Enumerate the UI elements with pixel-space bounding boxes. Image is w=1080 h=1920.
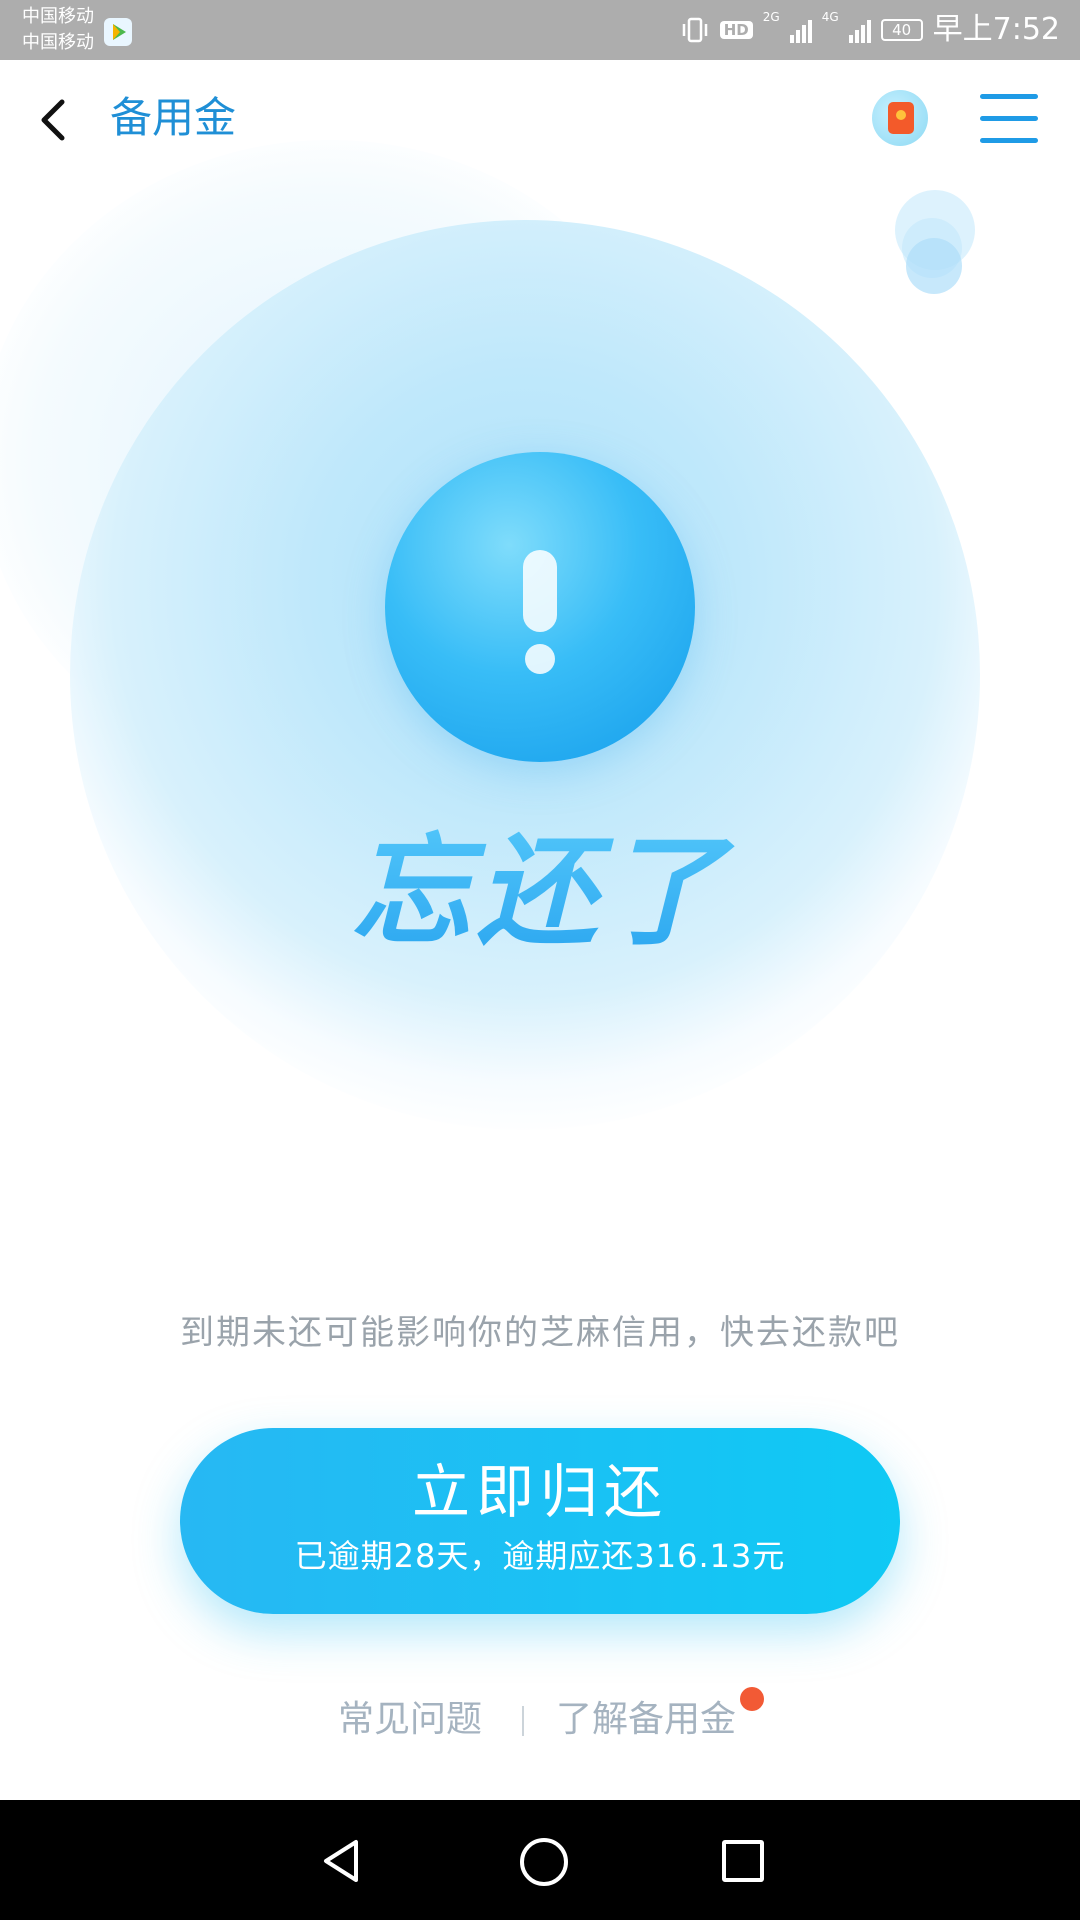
about-link[interactable]: 了解备用金 (556, 1690, 736, 1750)
app-header: 备用金 (0, 60, 1080, 178)
app-notification-icon (104, 18, 132, 46)
exclamation-icon (385, 452, 695, 762)
repay-button-label: 立即归还 (411, 1458, 668, 1526)
repay-now-button[interactable]: 立即归还 已逾期28天，逾期应还316.13元 (180, 1428, 900, 1614)
hd-badge: HD (719, 21, 753, 39)
red-packet-button[interactable] (872, 90, 928, 146)
vibrate-icon (682, 17, 707, 43)
nav-recents-button[interactable] (722, 1840, 764, 1882)
system-nav-bar (0, 1800, 1080, 1920)
net-label-2g: 2G (762, 10, 780, 24)
back-icon (41, 99, 65, 141)
decorative-bubbles (890, 190, 990, 300)
signal-icon-2 (848, 17, 871, 43)
triangle-back-icon (324, 1840, 358, 1882)
nav-home-button[interactable] (520, 1838, 568, 1886)
signal-icon-1 (789, 17, 812, 43)
hero-headline: 忘还了 (320, 818, 760, 968)
menu-button[interactable] (980, 90, 1038, 150)
nav-back-button[interactable] (318, 1836, 368, 1886)
back-button[interactable] (30, 90, 80, 150)
menu-icon (980, 94, 1038, 99)
carrier-label-1: 中国移动 (22, 6, 94, 27)
page-title: 备用金 (110, 93, 237, 142)
red-packet-icon (888, 102, 914, 134)
clock: 早上7:52 (932, 12, 1060, 47)
net-label-4g: 4G (821, 10, 839, 24)
battery-icon: 40 (880, 19, 923, 41)
overdue-notice: 到期未还可能影响你的芝麻信用，快去还款吧 (180, 1313, 900, 1353)
status-icons: HD 2G 4G 40 早上7:52 (680, 10, 1060, 50)
status-bar: 中国移动 中国移动 HD 2G 4G 40 早上7:52 (0, 0, 1080, 60)
faq-link[interactable]: 常见问题 (338, 1690, 482, 1750)
carrier-label-2: 中国移动 (22, 32, 94, 53)
footer-links: 常见问题 了解备用金 (0, 1687, 1080, 1750)
overdue-amount-text: 已逾期28天，逾期应还316.13元 (294, 1537, 786, 1575)
link-divider (522, 1706, 524, 1736)
new-badge-dot (740, 1687, 764, 1711)
